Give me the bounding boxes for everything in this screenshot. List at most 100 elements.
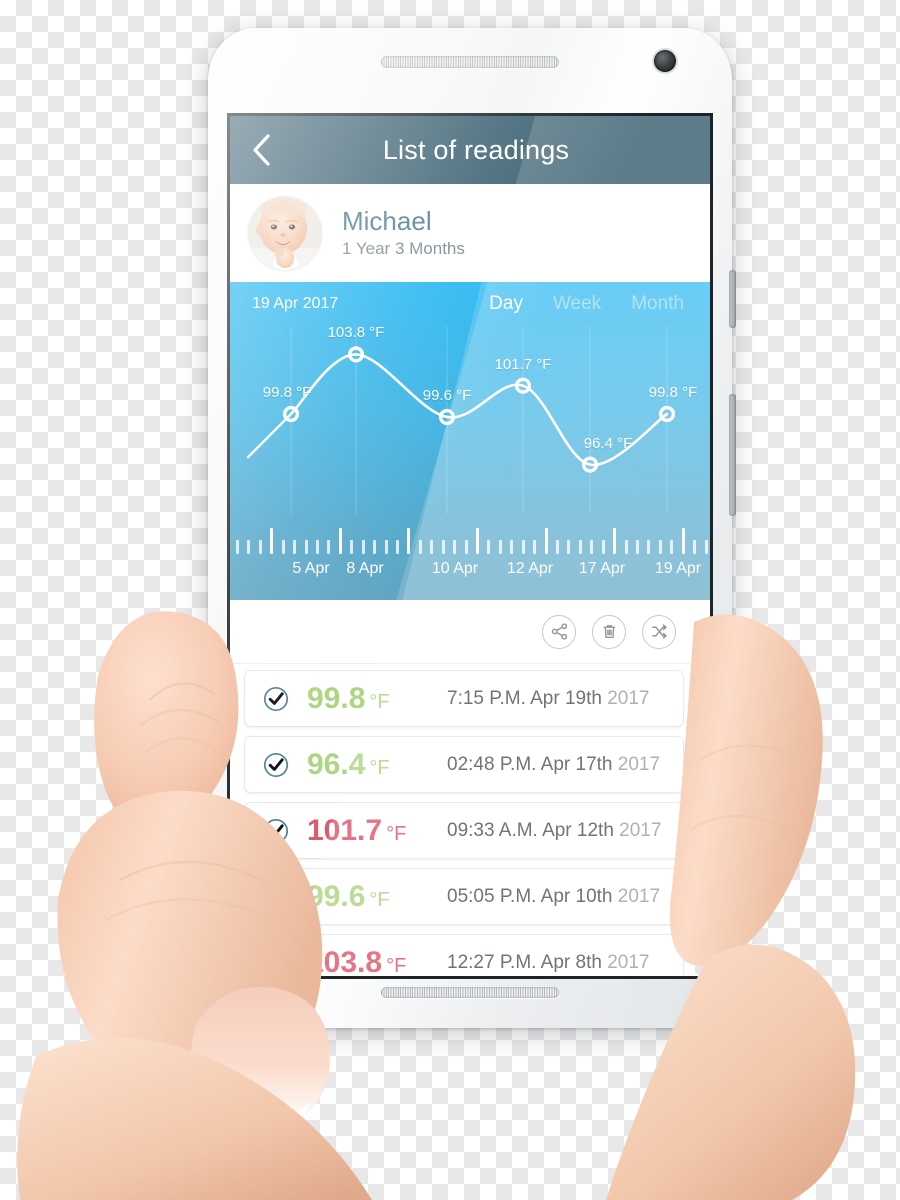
ruler-tick [590, 540, 594, 554]
share-icon [550, 622, 569, 641]
tab-month[interactable]: Month [631, 293, 684, 315]
reading-timestamp: 02:48 P.M. Apr 17th 2017 [447, 753, 661, 775]
reading-timestamp: 12:27 P.M. Apr 8th 2017 [447, 951, 650, 973]
profile-name: Michael [342, 205, 432, 236]
chart-svg [246, 326, 676, 514]
ruler-tick [361, 540, 365, 554]
tab-day[interactable]: Day [489, 293, 523, 315]
ruler-tick [247, 540, 251, 554]
x-axis-tick-label: 17 Apr [578, 560, 626, 577]
fingernail-tip [212, 1092, 310, 1140]
ruler-tick [693, 540, 697, 554]
back-button[interactable] [230, 116, 292, 184]
ruler-tick [316, 540, 319, 554]
ruler-tick [384, 540, 388, 554]
ruler-tick [578, 540, 582, 554]
list-scrollbar[interactable] [695, 674, 702, 974]
palm [17, 1037, 372, 1200]
front-camera-icon [654, 50, 676, 72]
ruler-tick [441, 540, 445, 554]
page-title: List of readings [382, 134, 570, 165]
reading-row[interactable]: 103.8 °F 12:27 P.M. Apr 8th 2017 [244, 934, 684, 976]
reading-row[interactable]: 96.4 °F 02:48 P.M. Apr 17th 2017 [244, 736, 684, 793]
reading-checkbox[interactable] [245, 818, 307, 844]
reading-timestamp: 09:33 A.M. Apr 12th 2017 [447, 819, 662, 841]
ruler-tick [327, 540, 331, 554]
ruler-tick [487, 540, 491, 554]
chart-timeline-ruler[interactable] [230, 514, 710, 560]
chart-plot-area[interactable]: 99.8 °F 103.8 °F 99.6 °F 101.7 °F 96.4 °F 99.… [230, 324, 710, 514]
profile-age: 1 Year 3 Months [342, 239, 465, 259]
reading-timestamp: 05:05 P.M. Apr 10th 2017 [447, 885, 661, 907]
ruler-tick [293, 540, 297, 554]
chevron-left-icon [250, 133, 272, 167]
check-circle-icon [263, 884, 289, 910]
chart-date-label: 19 Apr 2017 [252, 295, 339, 312]
ruler-ticks [230, 526, 710, 554]
volume-button[interactable] [729, 270, 736, 328]
ruler-tick [658, 540, 662, 554]
range-tabs: Day Week Month [489, 293, 692, 315]
reading-row[interactable]: 99.6 °F 05:05 P.M. Apr 10th 2017 [244, 868, 684, 925]
ruler-tick [418, 540, 422, 554]
reading-checkbox[interactable] [245, 950, 307, 976]
ruler-tick [681, 528, 685, 554]
ruler-tick [498, 540, 502, 554]
trash-icon [600, 622, 619, 641]
ruler-tick [510, 540, 514, 554]
ruler-tick [407, 528, 411, 554]
ruler-tick [476, 528, 479, 554]
ruler-tick [567, 540, 571, 554]
tab-week[interactable]: Week [553, 293, 601, 315]
avatar[interactable] [248, 196, 322, 270]
power-button[interactable] [729, 394, 736, 516]
screenshot-stage: List of readings Michael 1 Year 3 Months… [0, 0, 900, 1200]
chart-point-label: 99.6 °F [422, 386, 472, 404]
ruler-tick [396, 540, 399, 554]
ruler-tick [670, 540, 674, 554]
check-circle-icon [263, 950, 289, 976]
ruler-tick [430, 540, 434, 554]
chart-x-axis-labels: 5 Apr 8 Apr 10 Apr 12 Apr 17 Apr 19 Apr [230, 560, 710, 594]
ruler-tick [236, 540, 239, 554]
x-axis-tick-label: 19 Apr [654, 560, 702, 577]
ruler-tick [270, 528, 274, 554]
ruler-tick [613, 528, 617, 554]
chart-point-label: 103.8 °F [327, 324, 385, 342]
profile-bar[interactable]: Michael 1 Year 3 Months [230, 184, 710, 282]
ruler-tick [521, 540, 525, 554]
chart-point-label: 99.8 °F [648, 383, 698, 401]
reading-row[interactable]: 101.7 °F 09:33 A.M. Apr 12th 2017 [244, 802, 684, 859]
reading-temperature: 103.8 °F [307, 945, 407, 977]
ruler-tick [350, 540, 354, 554]
ruler-tick [624, 540, 628, 554]
readings-list[interactable]: 99.8 °F 7:15 P.M. Apr 19th 2017 96.4 °F 02… [230, 664, 710, 976]
ruler-tick [647, 540, 651, 554]
share-button[interactable] [542, 614, 576, 649]
reading-checkbox[interactable] [245, 884, 307, 910]
ruler-tick [258, 540, 262, 554]
reading-checkbox[interactable] [245, 686, 307, 712]
ruler-tick [704, 540, 708, 554]
ruler-tick [556, 540, 559, 554]
ruler-tick [373, 540, 377, 554]
chart-point-label: 101.7 °F [494, 355, 552, 373]
check-circle-icon [263, 752, 289, 778]
app-header-bar: List of readings [230, 116, 710, 184]
reading-row[interactable]: 99.8 °F 7:15 P.M. Apr 19th 2017 [244, 670, 684, 727]
chart-toolbar: 19 Apr 2017 Day Week Month [230, 282, 710, 326]
x-axis-tick-label: 12 Apr [506, 560, 554, 577]
delete-button[interactable] [592, 614, 626, 649]
shuffle-icon [650, 622, 669, 641]
ruler-tick [464, 540, 468, 554]
reading-checkbox[interactable] [245, 752, 307, 778]
x-axis-tick-label: 10 Apr [431, 560, 479, 577]
bottom-speaker-grille [381, 987, 559, 998]
earpiece-speaker-grille [381, 56, 559, 68]
ruler-tick [601, 540, 605, 554]
reading-temperature: 99.6 °F [307, 879, 390, 913]
compare-button[interactable] [642, 614, 676, 649]
baby-photo-avatar-icon [248, 196, 322, 270]
ruler-tick [453, 540, 457, 554]
readings-rows: 99.8 °F 7:15 P.M. Apr 19th 2017 96.4 °F 02… [244, 670, 684, 976]
